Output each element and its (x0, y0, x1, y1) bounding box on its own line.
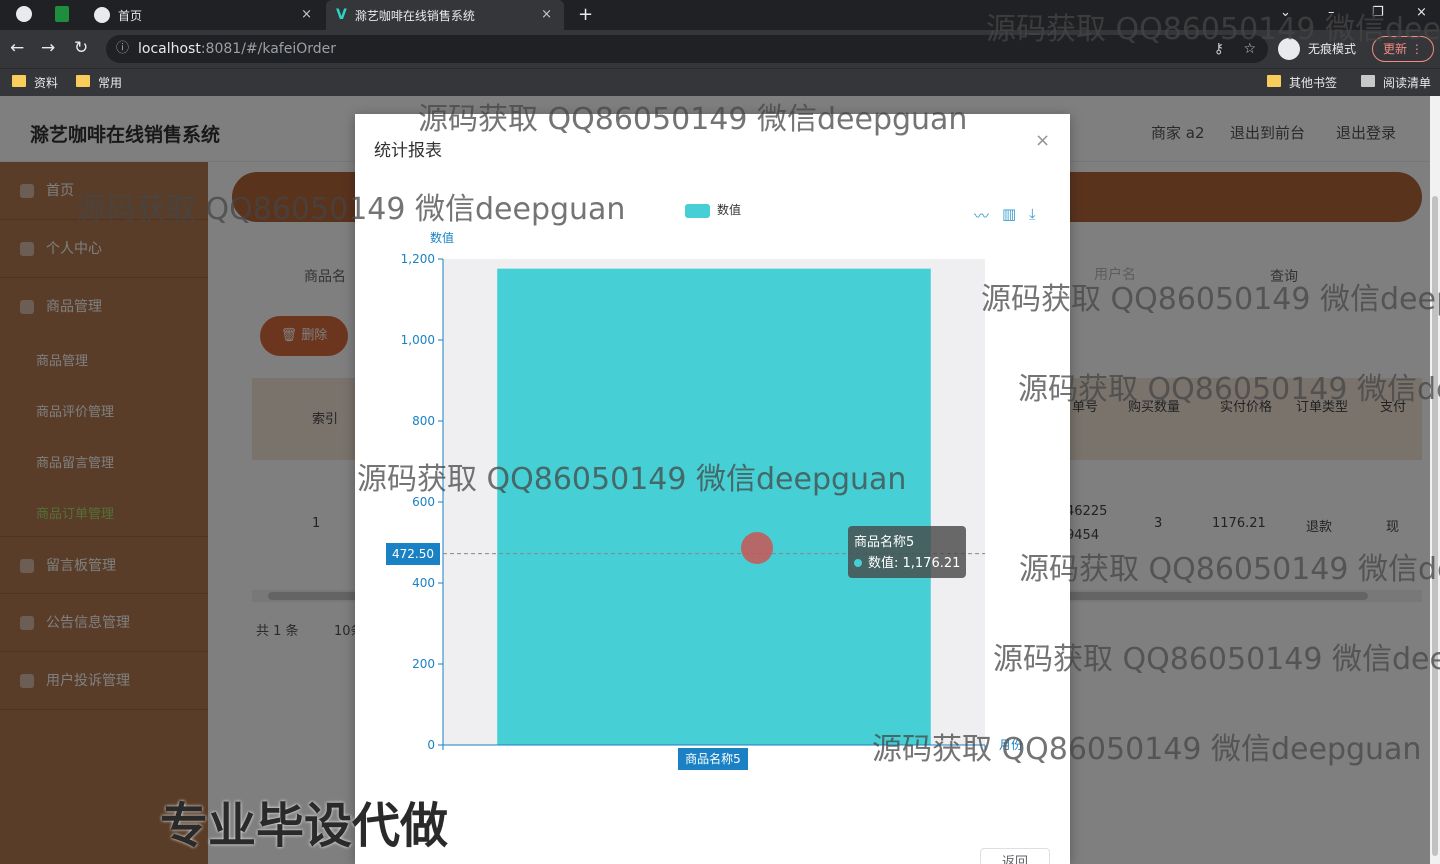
y-tick-label: 1,000 (401, 333, 435, 347)
vue-icon: V (336, 7, 347, 23)
url-host: localhost (138, 41, 201, 57)
tooltip-value: 数值: 1,176.21 (868, 556, 961, 571)
bookmark-label: 常用 (98, 76, 123, 90)
watermark: 源码获取 QQ86050149 微信deepguan (986, 12, 1440, 47)
watermark: 源码获取 QQ86050149 微信deepguan (872, 732, 1422, 767)
watermark-big: 专业毕设代做 (160, 798, 449, 854)
folder-icon (12, 75, 26, 87)
y-tick-label: 1,200 (401, 252, 435, 266)
watermark: 源码获取 QQ86050149 微信deepguan (418, 102, 968, 137)
bookmarks-bar: 资料 常用 其他书签 阅读清单 (0, 68, 1440, 96)
browser-tab-app[interactable]: V 滁艺咖啡在线销售系统 × (326, 0, 564, 30)
tooltip-row: 数值: 1,176.21 (854, 553, 966, 574)
y-tick-label: 200 (412, 657, 435, 671)
bar[interactable] (497, 268, 931, 745)
bookmark-label: 阅读清单 (1383, 76, 1432, 90)
browser-tab-home[interactable]: 首页 × (84, 0, 324, 30)
tab-label: 首页 (118, 8, 143, 23)
bookmark-label: 资料 (34, 76, 59, 90)
close-tab-icon[interactable]: × (301, 7, 312, 22)
chart-tooltip: 商品名称5 数值: 1,176.21 (848, 526, 966, 578)
pinned-sheet-icon[interactable] (55, 6, 69, 22)
close-tab-icon[interactable]: × (541, 7, 552, 22)
reload-icon[interactable]: ↻ (74, 38, 88, 58)
y-tick-label: 0 (427, 738, 435, 752)
y-tick-label: 400 (412, 576, 435, 590)
mouse-cursor-icon (741, 532, 773, 564)
info-icon[interactable]: ⓘ (116, 35, 129, 63)
reading-list-icon (1361, 75, 1375, 87)
new-tab-icon[interactable]: + (578, 4, 593, 25)
watermark: 源码获取 QQ86050149 微信deepguan (993, 642, 1440, 677)
y-tick-label: 800 (412, 414, 435, 428)
watermark: 源码获取 QQ86050149 微信deepguan (981, 282, 1440, 317)
bookmark-label: 其他书签 (1289, 76, 1338, 90)
url-path: :8081/#/kafeiOrder (200, 41, 337, 57)
bookmark-folder-changyong[interactable]: 常用 (76, 74, 122, 91)
globe-icon (94, 7, 110, 23)
other-bookmarks[interactable]: 其他书签 (1267, 74, 1337, 91)
watermark: 源码获取 QQ86050149 微信deepguan (76, 192, 626, 227)
forward-icon[interactable]: → (41, 38, 55, 58)
tooltip-dot (854, 559, 862, 567)
back-icon[interactable]: ← (10, 38, 24, 58)
tab-label: 滁艺咖啡在线销售系统 (354, 8, 475, 23)
bookmark-folder-ziliao[interactable]: 资料 (12, 74, 58, 91)
watermark: 源码获取 QQ86050149 微信deepguan (357, 462, 907, 497)
pinned-tab-icon[interactable] (16, 6, 32, 22)
reading-list[interactable]: 阅读清单 (1361, 74, 1431, 91)
watermark: 源码获取 QQ86050149 微信deepguan (1019, 552, 1440, 587)
tooltip-title: 商品名称5 (854, 535, 915, 550)
watermark: 源码获取 QQ86050149 微信deepguan (1018, 372, 1440, 407)
folder-icon (76, 75, 90, 87)
return-button[interactable]: 返回 (980, 848, 1050, 864)
y-axis-pointer-label: 472.50 (386, 543, 440, 565)
x-axis-pointer-label: 商品名称5 (678, 748, 748, 770)
page-vscroll[interactable] (1430, 96, 1440, 864)
folder-icon (1267, 75, 1281, 87)
